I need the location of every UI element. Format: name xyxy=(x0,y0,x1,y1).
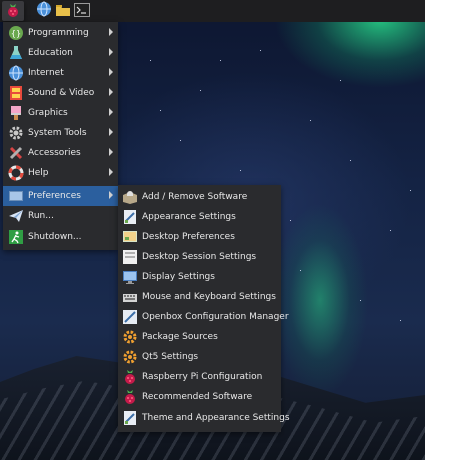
menu-item-desktop-preferences[interactable]: Desktop Preferences xyxy=(118,227,281,247)
menu-item-label: Mouse and Keyboard Settings xyxy=(142,292,276,302)
submenu-arrow-icon xyxy=(109,48,113,56)
menu-item-openbox-configuration-manager[interactable]: Openbox Configuration Manager xyxy=(118,307,289,327)
menu-item-run[interactable]: Run... xyxy=(3,206,118,226)
openbox-icon xyxy=(122,309,138,325)
menu-item-label: Desktop Preferences xyxy=(142,232,235,242)
menu-item-desktop-session-settings[interactable]: Desktop Session Settings xyxy=(118,247,281,267)
package-box-icon xyxy=(122,189,138,205)
menu-item-label: Graphics xyxy=(28,108,68,118)
menu-item-accessories[interactable]: Accessories xyxy=(3,143,118,163)
menu-item-label: Run... xyxy=(28,211,54,221)
menu-item-preferences[interactable]: Preferences xyxy=(3,186,118,206)
terminal-icon xyxy=(74,2,90,21)
menu-item-label: Recommended Software xyxy=(142,392,253,402)
web-browser-icon xyxy=(36,1,52,21)
session-icon xyxy=(122,249,138,265)
main-menu: {} Programming Education Internet Sound … xyxy=(3,22,118,250)
menu-item-sound-video[interactable]: Sound & Video xyxy=(3,83,118,103)
menu-item-label: System Tools xyxy=(28,128,87,138)
shutdown-icon xyxy=(8,229,24,245)
menu-item-label: Internet xyxy=(28,68,64,78)
menu-item-add-remove-software[interactable]: Add / Remove Software xyxy=(118,187,281,207)
submenu-arrow-icon xyxy=(109,128,113,136)
monitor-icon xyxy=(122,269,138,285)
appearance-icon xyxy=(122,209,138,225)
menu-item-label: Openbox Configuration Manager xyxy=(142,312,289,322)
qt-settings-icon xyxy=(122,349,138,365)
raspberry-icon xyxy=(122,369,138,385)
desktop-icon xyxy=(122,229,138,245)
submenu-arrow-icon xyxy=(109,28,113,36)
menu-item-label: Accessories xyxy=(28,148,81,158)
file-manager-button[interactable] xyxy=(54,2,72,20)
menu-item-system-tools[interactable]: System Tools xyxy=(3,123,118,143)
menu-item-display-settings[interactable]: Display Settings xyxy=(118,267,281,287)
menu-item-label: Programming xyxy=(28,28,89,38)
menu-item-package-sources[interactable]: Package Sources xyxy=(118,327,281,347)
menu-item-graphics[interactable]: Graphics xyxy=(3,103,118,123)
menu-item-label: Preferences xyxy=(28,191,81,201)
menu-item-label: Theme and Appearance Settings xyxy=(142,413,290,423)
submenu-arrow-icon xyxy=(109,88,113,96)
menu-item-label: Display Settings xyxy=(142,272,215,282)
theme-icon xyxy=(122,410,138,426)
run-icon xyxy=(8,208,24,224)
menu-item-help[interactable]: Help xyxy=(3,163,118,183)
terminal-button[interactable] xyxy=(73,2,91,20)
menu-item-label: Shutdown... xyxy=(28,232,82,242)
taskbar xyxy=(0,0,425,22)
education-icon xyxy=(8,45,24,61)
submenu-arrow-icon xyxy=(109,148,113,156)
raspberry-icon xyxy=(122,389,138,405)
graphics-icon xyxy=(8,105,24,121)
menu-item-mouse-keyboard-settings[interactable]: Mouse and Keyboard Settings xyxy=(118,287,281,307)
menu-item-label: Qt5 Settings xyxy=(142,352,199,362)
menu-item-theme-appearance-settings[interactable]: Theme and Appearance Settings xyxy=(118,408,290,428)
preferences-icon xyxy=(8,188,24,204)
programming-icon: {} xyxy=(8,25,24,41)
menu-item-shutdown[interactable]: Shutdown... xyxy=(3,227,118,247)
menu-item-label: Add / Remove Software xyxy=(142,192,248,202)
submenu-arrow-icon xyxy=(109,168,113,176)
lifebuoy-icon xyxy=(8,165,24,181)
menu-item-appearance-settings[interactable]: Appearance Settings xyxy=(118,207,281,227)
menu-item-label: Sound & Video xyxy=(28,88,95,98)
package-sources-icon xyxy=(122,329,138,345)
menu-item-label: Package Sources xyxy=(142,332,218,342)
keyboard-icon xyxy=(122,289,138,305)
menu-item-qt5-settings[interactable]: Qt5 Settings xyxy=(118,347,281,367)
menu-item-label: Education xyxy=(28,48,73,58)
raspberry-menu-icon xyxy=(6,2,20,21)
menu-item-label: Help xyxy=(28,168,49,178)
menu-item-label: Raspberry Pi Configuration xyxy=(142,372,263,382)
submenu-arrow-icon xyxy=(109,108,113,116)
menu-item-internet[interactable]: Internet xyxy=(3,63,118,83)
menu-item-programming[interactable]: {} Programming xyxy=(3,23,118,43)
menu-item-education[interactable]: Education xyxy=(3,43,118,63)
submenu-arrow-icon xyxy=(109,68,113,76)
menu-item-raspberry-pi-configuration[interactable]: Raspberry Pi Configuration xyxy=(118,367,281,387)
menu-item-recommended-software[interactable]: Recommended Software xyxy=(118,387,281,407)
file-manager-icon xyxy=(55,2,71,21)
internet-globe-icon xyxy=(8,65,24,81)
menu-item-label: Appearance Settings xyxy=(142,212,236,222)
svg-text:{}: {} xyxy=(11,29,21,38)
raspberry-menu-button[interactable] xyxy=(2,1,24,21)
submenu-arrow-icon xyxy=(109,191,113,199)
sound-video-icon xyxy=(8,85,24,101)
preferences-submenu: Add / Remove Software Appearance Setting… xyxy=(118,185,290,432)
web-browser-button[interactable] xyxy=(35,1,53,21)
gear-icon xyxy=(8,125,24,141)
accessories-icon xyxy=(8,145,24,161)
menu-item-label: Desktop Session Settings xyxy=(142,252,257,262)
